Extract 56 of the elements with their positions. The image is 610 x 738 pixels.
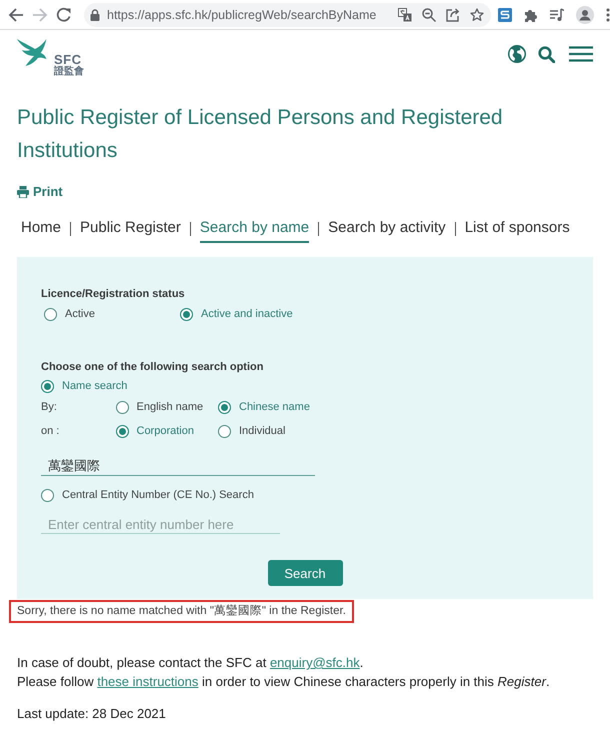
star-icon[interactable] [470,8,484,22]
no-match-message: Sorry, there is no name matched with "萬鑾國際" in the Register. [9,600,354,623]
radio-label[interactable]: Active [65,307,95,321]
instructions-text: Please follow these instructions in order to view Chinese characters properly in this Register. [17,673,551,691]
radio-button[interactable] [44,308,57,320]
radio-label[interactable]: English name [136,400,204,414]
page-title: Public Register of Licensed Persons and Registered Institutions [17,105,504,164]
url-text: https://apps.sfc.hk/publicregWeb/searchByName [107,8,376,22]
back-arrow-icon[interactable] [8,6,24,22]
reload-icon[interactable] [56,6,72,22]
instructions-link[interactable]: these instructions [97,674,198,689]
radio-label[interactable]: Corporation [136,424,194,438]
radio-button[interactable] [116,400,128,414]
search-button[interactable]: Search [268,560,342,586]
print-button[interactable]: Print [17,184,63,200]
search-icon[interactable] [538,46,555,62]
menu-icon[interactable] [569,46,593,62]
radio-button[interactable] [41,380,54,392]
address-bar[interactable]: https://apps.sfc.hk/publicregWeb/searchByName [84,2,491,26]
puzzle-icon[interactable] [524,8,538,22]
printer-icon [17,186,29,198]
contact-text: In case of doubt, please contact the SFC at enquiry@sfc.hk. [17,654,364,672]
radio-button[interactable] [218,400,231,414]
avatar-icon[interactable] [576,6,594,24]
globe-icon[interactable] [508,45,526,63]
by-label: By: [41,400,58,414]
radio-label[interactable]: Individual [239,424,286,438]
email-link[interactable]: enquiry@sfc.hk [270,655,360,670]
translate-icon[interactable] [398,8,412,22]
radio-label[interactable]: Active and inactive [201,307,293,321]
radio-button[interactable] [180,308,193,320]
radio-label[interactable]: Name search [62,379,128,393]
radio-button[interactable] [116,424,128,438]
nav-link[interactable]: Public Register [80,218,181,243]
zoom-out-icon[interactable] [422,8,436,22]
share-icon[interactable] [446,8,460,22]
name-input-field[interactable]: 萬鑾國際 [41,457,315,476]
nav-link[interactable]: Search by name [200,218,310,243]
search-option-heading: Choose one of the following search option [41,360,264,374]
nav-link[interactable]: List of sponsors [464,218,570,243]
logo-chinese-text: 證監會 [54,66,84,77]
more-menu-icon[interactable] [606,8,610,22]
playlist-icon[interactable] [550,8,564,22]
radio-label[interactable]: Central Entity Number (CE No.) Search [62,488,254,502]
on-label: on : [41,424,60,438]
status-heading: Licence/Registration status [41,287,186,301]
lock-icon [90,8,100,20]
ce-number-input-field[interactable]: Enter central entity number here [41,516,280,534]
radio-label[interactable]: Chinese name [239,400,310,414]
nav-link[interactable]: Home [21,218,62,243]
extension-icon[interactable] [498,8,512,22]
nav-link[interactable]: Search by activity [328,218,446,243]
last-update-text: Last update: 28 Dec 2021 [17,705,167,723]
logo-text: SFC [54,53,82,66]
radio-button[interactable] [41,488,54,502]
radio-button[interactable] [218,424,231,438]
